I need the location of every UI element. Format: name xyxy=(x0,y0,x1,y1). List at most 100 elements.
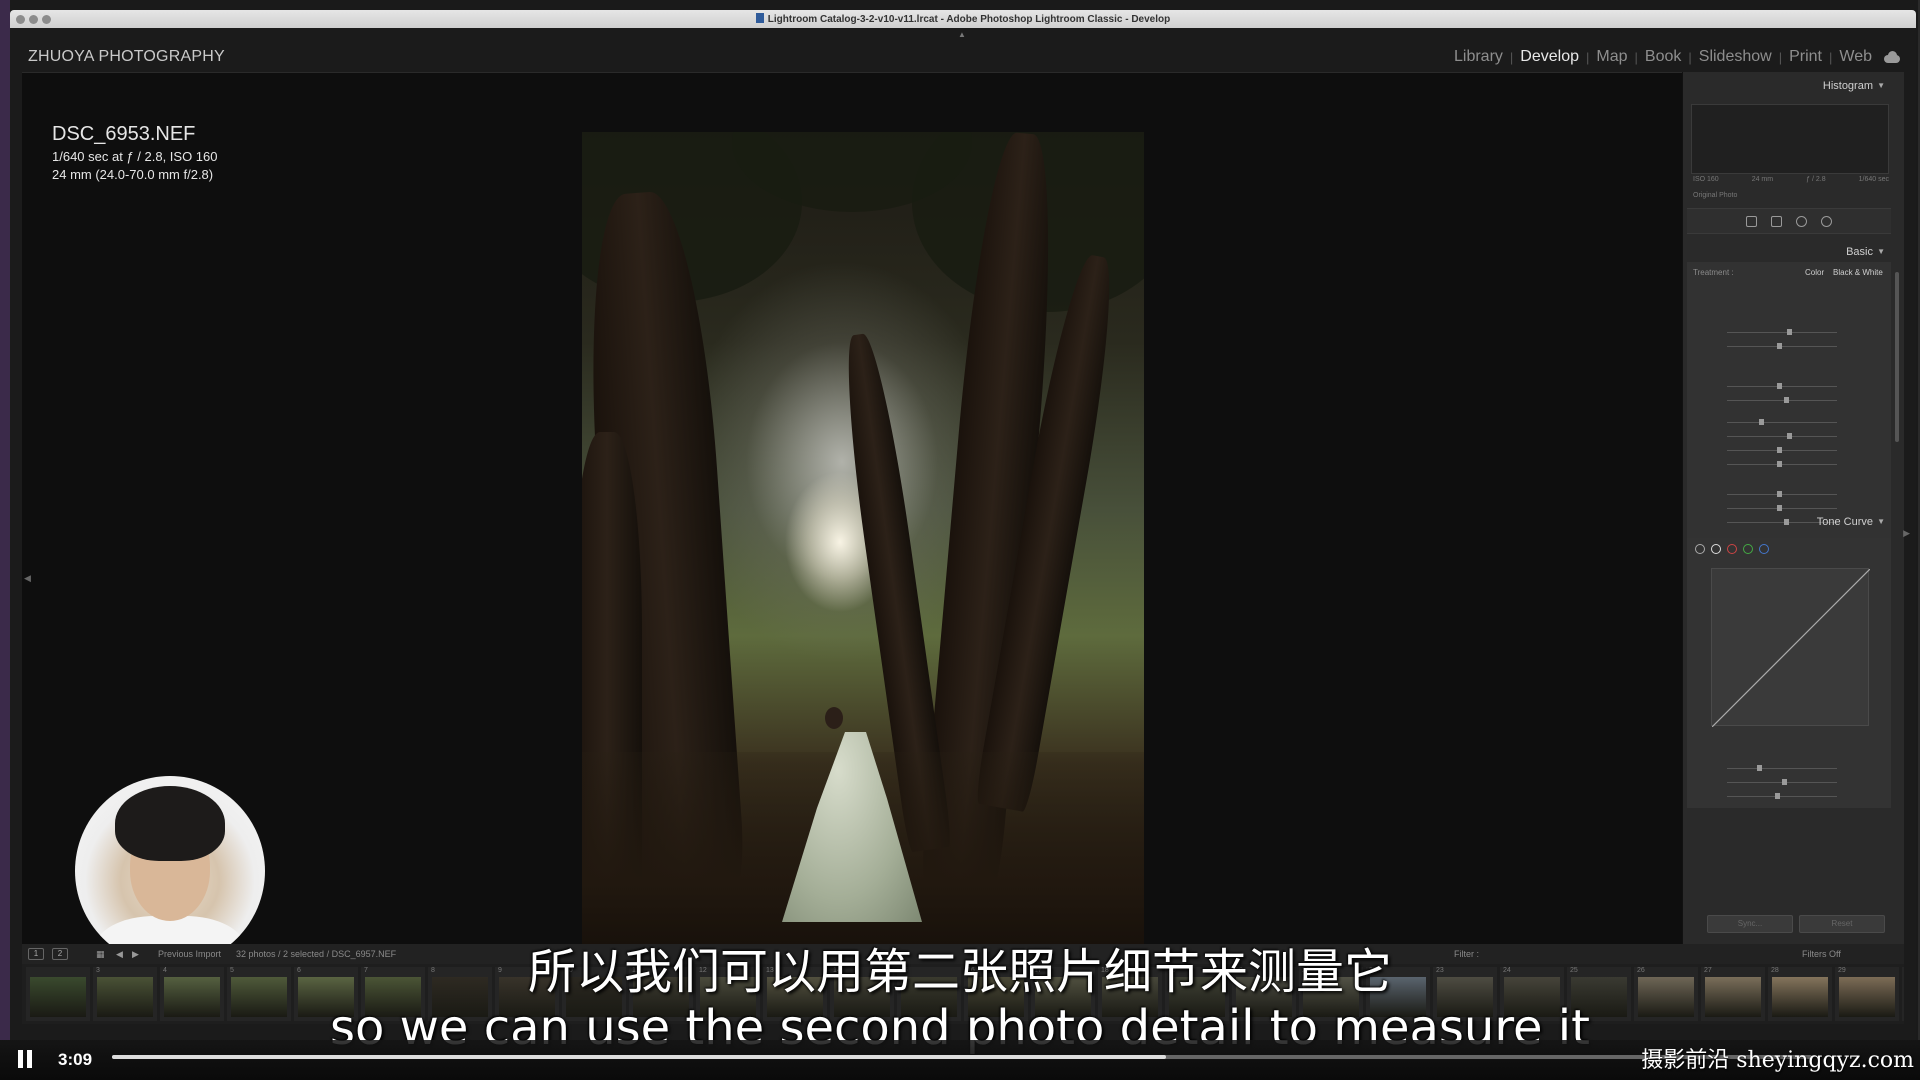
module-separator: | xyxy=(1634,49,1638,65)
slider-knob[interactable] xyxy=(1777,461,1782,467)
module-separator: | xyxy=(1509,49,1514,65)
document-icon xyxy=(755,13,764,23)
module-print[interactable]: Print xyxy=(1789,48,1822,66)
slider-knob[interactable] xyxy=(1777,447,1782,453)
lightroom-app: ▲ ZHUOYA PHOTOGRAPHY Library | Develop |… xyxy=(10,28,1916,1040)
histogram-graph[interactable] xyxy=(1691,104,1889,174)
video-edge xyxy=(0,0,10,1040)
photo-filename: DSC_6953.NEF xyxy=(52,123,196,145)
photo-exposure: 1/640 sec at ƒ / 2.8, ISO 160 xyxy=(52,149,218,164)
avatar-hair xyxy=(115,786,225,861)
tone-curve-label: Tone Curve xyxy=(1816,516,1873,528)
blacks-slider[interactable] xyxy=(1727,461,1837,467)
progress-track[interactable] xyxy=(112,1055,1812,1059)
curve-darks-slider[interactable] xyxy=(1727,793,1837,799)
crop-tool-icon[interactable] xyxy=(1746,215,1757,227)
hist-focal: 24 mm xyxy=(1751,176,1774,183)
slider-knob[interactable] xyxy=(1787,329,1792,335)
curve-highlights-slider[interactable] xyxy=(1727,765,1837,771)
treatment-bw[interactable]: Black & White xyxy=(1833,268,1883,277)
histogram-header[interactable]: Histogram ▼ xyxy=(1683,76,1893,96)
whites-slider[interactable] xyxy=(1727,447,1837,453)
shadows-slider[interactable] xyxy=(1727,433,1837,439)
develop-tool-strip xyxy=(1687,208,1891,234)
tint-slider[interactable] xyxy=(1727,343,1837,349)
slider-knob[interactable] xyxy=(1777,505,1782,511)
parametric-curve-icon[interactable] xyxy=(1695,544,1705,554)
right-panel-toggle-icon[interactable]: ▶ xyxy=(1903,528,1910,539)
slider-knob[interactable] xyxy=(1757,765,1762,771)
collapse-triangle-icon[interactable]: ▼ xyxy=(1877,81,1885,90)
red-eye-icon[interactable] xyxy=(1796,215,1807,227)
slider-knob[interactable] xyxy=(1782,779,1787,785)
panel-scrollbar[interactable] xyxy=(1895,272,1899,442)
left-panel-toggle-icon[interactable]: ◀ xyxy=(24,573,31,584)
hist-aperture: ƒ / 2.8 xyxy=(1806,176,1826,183)
slider-knob[interactable] xyxy=(1777,343,1782,349)
temp-slider[interactable] xyxy=(1727,329,1837,335)
original-photo-checkbox[interactable]: Original Photo xyxy=(1693,192,1737,199)
main-photo xyxy=(582,132,1144,972)
curve-channel-picker xyxy=(1695,544,1769,554)
slider-knob[interactable] xyxy=(1787,433,1792,439)
treatment-label: Treatment : xyxy=(1693,268,1734,277)
loupe-viewer[interactable]: ◀ DSC_6953.NEF 1/640 sec at ƒ / 2.8, ISO… xyxy=(22,72,1682,972)
tone-curve-graph[interactable] xyxy=(1711,568,1870,727)
playback-time: 3:09 xyxy=(58,1050,93,1069)
module-develop[interactable]: Develop xyxy=(1520,48,1579,66)
tone-curve-panel xyxy=(1687,538,1891,808)
window-title: Lightroom Catalog-3-2-v10-v11.lrcat - Ad… xyxy=(10,13,1916,25)
identity-plate: ZHUOYA PHOTOGRAPHY xyxy=(28,48,225,65)
texture-slider[interactable] xyxy=(1727,491,1837,497)
module-web[interactable]: Web xyxy=(1839,48,1872,66)
reset-button[interactable]: Reset xyxy=(1799,915,1885,933)
photo-lens: 24 mm (24.0-70.0 mm f/2.8) xyxy=(52,167,214,182)
module-picker: Library | Develop | Map | Book | Slidesh… xyxy=(1454,48,1902,66)
module-map[interactable]: Map xyxy=(1596,48,1627,66)
collapse-triangle-icon[interactable]: ▼ xyxy=(1877,517,1885,526)
module-slideshow[interactable]: Slideshow xyxy=(1699,48,1772,66)
spot-removal-icon[interactable] xyxy=(1771,215,1782,227)
exposure-slider[interactable] xyxy=(1727,383,1837,389)
hist-iso: ISO 160 xyxy=(1693,176,1719,183)
info-overlay: DSC_6953.NEF 1/640 sec at ƒ / 2.8, ISO 1… xyxy=(52,123,218,182)
module-separator: | xyxy=(1778,49,1783,65)
pause-icon[interactable] xyxy=(18,1050,34,1070)
module-separator: | xyxy=(1829,49,1833,65)
cloud-sync-icon[interactable] xyxy=(1882,51,1902,63)
video-frame: Lightroom Catalog-3-2-v10-v11.lrcat - Ad… xyxy=(0,0,1920,1080)
window-titlebar: Lightroom Catalog-3-2-v10-v11.lrcat - Ad… xyxy=(10,10,1916,28)
slider-knob[interactable] xyxy=(1759,419,1764,425)
slider-knob[interactable] xyxy=(1777,491,1782,497)
progress-fill xyxy=(112,1055,1166,1059)
site-watermark: 摄影前沿 sheyingqyz.com xyxy=(1641,1048,1914,1073)
masking-icon[interactable] xyxy=(1821,215,1832,227)
blue-channel-icon[interactable] xyxy=(1759,544,1769,554)
green-channel-icon[interactable] xyxy=(1743,544,1753,554)
develop-right-panel: Histogram ▼ ISO 160 24 mm ƒ / 2.8 1/640 … xyxy=(1682,72,1910,944)
sync-button[interactable]: Sync... xyxy=(1707,915,1793,933)
top-panel-toggle-icon[interactable]: ▲ xyxy=(958,30,966,39)
module-separator: | xyxy=(1586,49,1590,65)
red-channel-icon[interactable] xyxy=(1727,544,1737,554)
treatment-color[interactable]: Color xyxy=(1805,268,1824,277)
tone-curve-header[interactable]: Tone Curve ▼ xyxy=(1683,512,1893,532)
collapse-triangle-icon[interactable]: ▼ xyxy=(1877,247,1885,256)
contrast-slider[interactable] xyxy=(1727,397,1837,403)
basic-header[interactable]: Basic ▼ xyxy=(1683,242,1893,262)
module-library[interactable]: Library xyxy=(1454,48,1503,66)
highlights-slider[interactable] xyxy=(1727,419,1837,425)
tone-curve-line xyxy=(1712,569,1870,727)
clarity-slider[interactable] xyxy=(1727,505,1837,511)
slider-knob[interactable] xyxy=(1777,383,1782,389)
hist-shutter: 1/640 sec xyxy=(1858,176,1889,183)
point-curve-icon[interactable] xyxy=(1711,544,1721,554)
slider-knob[interactable] xyxy=(1775,793,1780,799)
module-book[interactable]: Book xyxy=(1645,48,1681,66)
video-player-bar: 3:09 xyxy=(0,1040,1920,1080)
bride-head xyxy=(825,707,843,729)
curve-lights-slider[interactable] xyxy=(1727,779,1837,785)
module-separator: | xyxy=(1688,49,1692,65)
histogram-meta: ISO 160 24 mm ƒ / 2.8 1/640 sec xyxy=(1693,176,1889,183)
slider-knob[interactable] xyxy=(1784,397,1789,403)
